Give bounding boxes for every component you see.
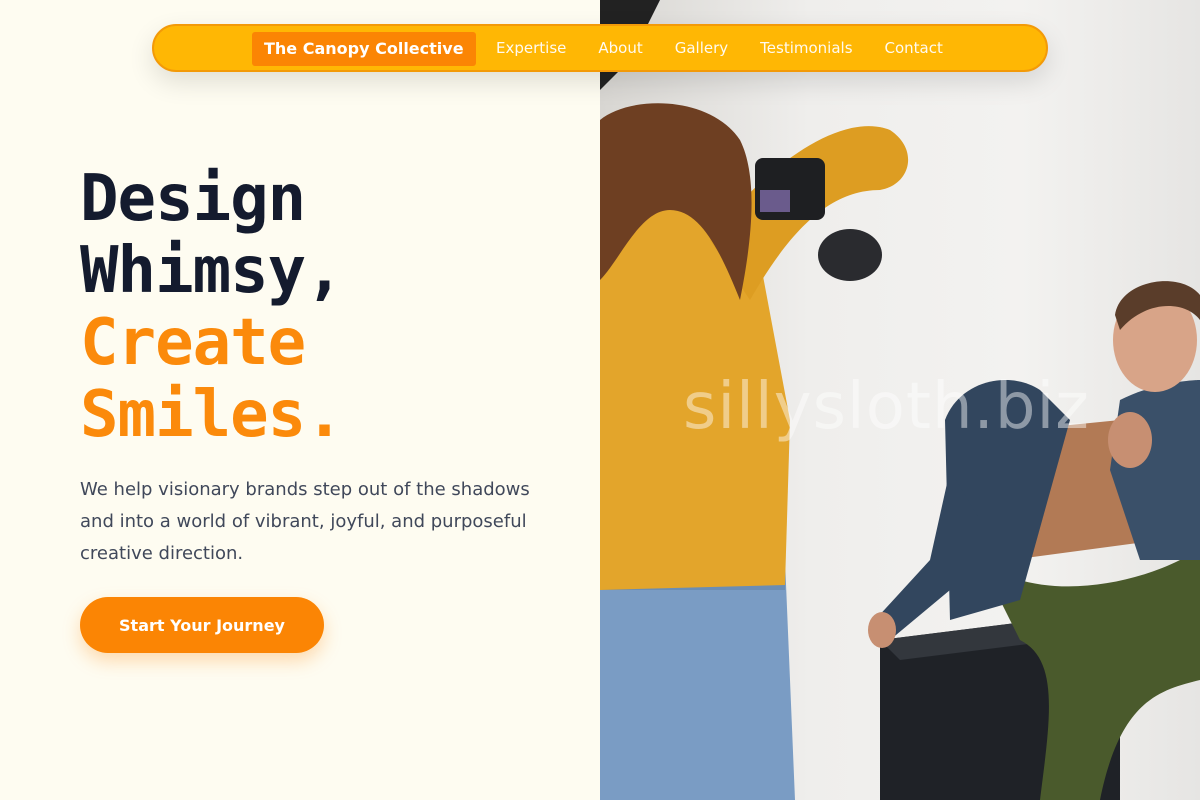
start-journey-button[interactable]: Start Your Journey	[80, 597, 324, 653]
nav-link-expertise[interactable]: Expertise	[496, 39, 566, 57]
nav-link-about[interactable]: About	[598, 39, 642, 57]
hero-text-panel: Design Whimsy, Create Smiles. We help vi…	[0, 0, 600, 800]
headline-line-2: Whimsy,	[80, 234, 344, 308]
watermark-text: sillysloth.biz	[683, 370, 1090, 444]
headline-line-3: Create	[80, 306, 306, 380]
headline-line-4: Smiles.	[80, 378, 344, 452]
hero-headline: Design Whimsy, Create Smiles.	[80, 162, 344, 452]
nav-link-testimonials[interactable]: Testimonials	[760, 39, 852, 57]
hero-subtitle: We help visionary brands step out of the…	[80, 479, 530, 564]
hero-photo: sillysloth.biz	[600, 0, 1200, 800]
brand-logo[interactable]: The Canopy Collective	[252, 32, 476, 66]
nav-link-contact[interactable]: Contact	[885, 39, 943, 57]
nav-link-gallery[interactable]: Gallery	[675, 39, 728, 57]
headline-line-1: Design	[80, 162, 306, 236]
top-navigation: The Canopy Collective Expertise About Ga…	[152, 24, 1048, 72]
nav-links: Expertise About Gallery Testimonials Con…	[496, 26, 943, 70]
